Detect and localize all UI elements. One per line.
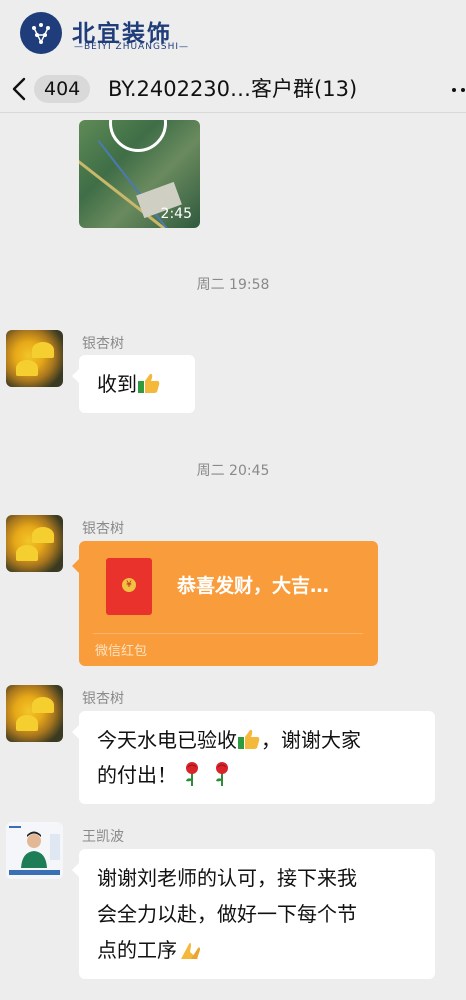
rose-icon [186, 762, 198, 786]
message-line: 点的工序 [97, 934, 203, 966]
red-packet-greeting: 恭喜发财，大吉… [177, 575, 330, 597]
message-text: 今天水电已验收 [97, 728, 237, 752]
avatar-detail [16, 545, 38, 561]
back-chevron-icon[interactable] [8, 76, 32, 102]
chat-title: BY.2402230…客户群(13) [108, 77, 358, 101]
message-line: 今天水电已验收 ，谢谢大家 [97, 724, 361, 756]
avatar[interactable] [6, 822, 63, 879]
message-line: 的付出！ [97, 759, 237, 791]
message-text: 的付出！ [97, 763, 177, 787]
chat-header: 404 BY.2402230…客户群(13) [0, 66, 466, 112]
avatar-detail [32, 527, 54, 543]
folded-hands-icon [181, 942, 200, 959]
avatar-detail [16, 715, 38, 731]
brand-logo-icon [20, 12, 62, 54]
unread-count-badge[interactable]: 404 [34, 75, 91, 103]
person-avatar-icon [6, 822, 63, 879]
message-text: ，谢谢大家 [261, 728, 361, 752]
avatar-detail [32, 342, 54, 358]
more-icon[interactable] [452, 88, 466, 92]
avatar[interactable] [6, 515, 63, 572]
timestamp: 周二 19:58 [196, 277, 270, 293]
message-text: 收到 [97, 368, 161, 400]
red-packet-message[interactable]: ¥ 恭喜发财，大吉… 微信红包 [72, 541, 378, 666]
message-text: 点的工序 [97, 938, 177, 962]
sender-name: 王凯波 [82, 829, 124, 845]
red-packet-icon: ¥ [106, 558, 152, 615]
sender-name: 银杏树 [82, 691, 124, 707]
red-packet-divider [93, 633, 363, 634]
thumbs-up-icon [138, 373, 160, 393]
message-bubble[interactable]: 谢谢刘老师的认可，接下来我 会全力以赴，做好一下每个节 点的工序 [72, 849, 435, 979]
message-line: 谢谢刘老师的认可，接下来我 [97, 866, 357, 890]
video-message[interactable]: 2:45 [79, 120, 200, 228]
message-bubble[interactable]: 今天水电已验收 ，谢谢大家 的付出！ [72, 711, 435, 804]
brand-subtitle: —BEIYI ZHUANGSHI— [74, 42, 190, 52]
avatar-detail [32, 697, 54, 713]
sender-name: 银杏树 [82, 521, 124, 537]
avatar-detail [16, 360, 38, 376]
header-divider [0, 112, 466, 113]
timestamp: 周二 20:45 [196, 463, 270, 479]
message-text-content: 收到 [97, 372, 137, 396]
message-line: 会全力以赴，做好一下每个节 [97, 902, 357, 926]
logo-watermark: 北宜装饰 —BEIYI ZHUANGSHI— [0, 0, 466, 64]
red-packet-seal: ¥ [122, 578, 136, 592]
red-packet-label: 微信红包 [95, 644, 148, 659]
avatar[interactable] [6, 685, 63, 742]
play-icon[interactable] [109, 120, 167, 152]
thumbs-up-icon [238, 729, 260, 749]
avatar[interactable] [6, 330, 63, 387]
message-bubble[interactable]: 收到 [72, 355, 195, 413]
video-duration: 2:45 [160, 206, 192, 222]
sender-name: 银杏树 [82, 336, 124, 352]
rose-icon [216, 762, 228, 786]
